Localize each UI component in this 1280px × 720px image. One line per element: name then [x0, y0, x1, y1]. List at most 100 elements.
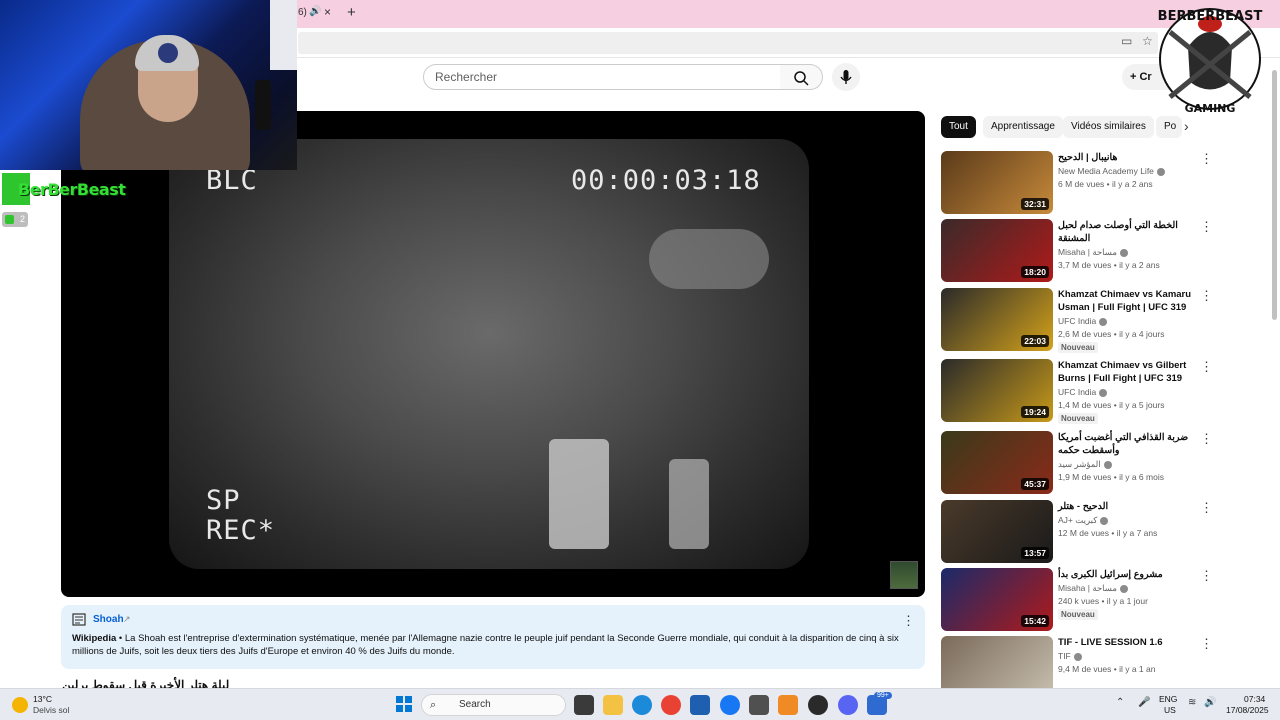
- clock-time[interactable]: 07:34: [1244, 694, 1265, 704]
- video-thumbnail[interactable]: 22:03: [941, 288, 1053, 351]
- channel-name[interactable]: UFC India: [1058, 387, 1096, 397]
- discord-icon[interactable]: [838, 695, 858, 715]
- app-icon[interactable]: [749, 695, 769, 715]
- recommendation-item[interactable]: 32:31 هانيبال | الدحيح New Media Academy L…: [941, 151, 1216, 215]
- weather-temp[interactable]: 13°C: [33, 694, 52, 704]
- filter-chip[interactable]: Tout: [941, 116, 976, 138]
- video-overlay-timecode: 00:00:03:18: [571, 165, 761, 196]
- store-icon[interactable]: [690, 695, 710, 715]
- search-button[interactable]: [780, 64, 823, 90]
- video-title[interactable]: مشروع إسرائيل الكبرى بدأ: [1058, 568, 1193, 581]
- more-options-icon[interactable]: ⋮: [1200, 500, 1213, 516]
- channel-name-row[interactable]: New Media Academy Life: [1058, 166, 1165, 176]
- wifi-icon[interactable]: ≋: [1188, 697, 1196, 708]
- more-options-icon[interactable]: ⋮: [1200, 431, 1213, 447]
- video-duration: 15:42: [1021, 615, 1049, 627]
- video-duration: 45:37: [1021, 478, 1049, 490]
- weather-desc[interactable]: Delvis sol: [33, 705, 69, 715]
- microphone-icon[interactable]: 🎤: [1138, 697, 1150, 708]
- recommendation-item[interactable]: 19:24 Khamzat Chimaev vs Gilbert Burns | …: [941, 359, 1216, 424]
- app-icon[interactable]: [778, 695, 798, 715]
- search-input[interactable]: Rechercher: [423, 64, 781, 90]
- more-options-icon[interactable]: ⋮: [1200, 219, 1213, 235]
- video-title[interactable]: Khamzat Chimaev vs Kamaru Usman | Full F…: [1058, 288, 1193, 314]
- weather-icon[interactable]: [12, 697, 28, 713]
- file-explorer-icon[interactable]: [603, 695, 623, 715]
- channel-name[interactable]: Misaha | مساحة: [1058, 247, 1117, 257]
- speaker-icon[interactable]: 🔊: [309, 6, 321, 17]
- video-thumbnail[interactable]: 13:57: [941, 500, 1053, 563]
- more-options-icon[interactable]: ⋮: [1200, 288, 1213, 304]
- channel-watermark[interactable]: [890, 561, 918, 589]
- channel-name[interactable]: New Media Academy Life: [1058, 166, 1154, 176]
- chrome-icon[interactable]: [661, 695, 681, 715]
- video-title[interactable]: الخطة التي أوصلت صدام لحبل المشنقة: [1058, 219, 1193, 245]
- video-thumbnail[interactable]: 15:42: [941, 568, 1053, 631]
- channel-name-row[interactable]: UFC India: [1058, 387, 1108, 397]
- video-title[interactable]: هانيبال | الدحيح: [1058, 151, 1193, 164]
- chevron-right-icon[interactable]: ›: [1184, 118, 1189, 134]
- external-link-icon[interactable]: ↗: [123, 614, 131, 625]
- channel-name-row[interactable]: TIF: [1058, 651, 1082, 661]
- channel-name[interactable]: UFC India: [1058, 316, 1096, 326]
- language-label[interactable]: ENG: [1159, 694, 1177, 704]
- channel-name-row[interactable]: UFC India: [1058, 316, 1108, 326]
- more-options-icon[interactable]: ⋮: [1200, 568, 1213, 584]
- channel-name-row[interactable]: Misaha | مساحة: [1058, 247, 1128, 258]
- video-overlay-label: SP: [206, 485, 241, 516]
- channel-name-row[interactable]: المؤشر سيد: [1058, 459, 1112, 470]
- video-thumbnail[interactable]: 32:31: [941, 151, 1053, 214]
- omnibox[interactable]: [298, 32, 1158, 54]
- recommendation-item[interactable]: 18:20 الخطة التي أوصلت صدام لحبل المشنقة M…: [941, 219, 1216, 283]
- volume-icon[interactable]: 🔊: [1204, 697, 1216, 708]
- microphone-stand: [255, 80, 271, 130]
- cast-icon[interactable]: ▭: [1121, 34, 1132, 48]
- edge-icon[interactable]: [632, 695, 652, 715]
- video-thumbnail[interactable]: 19:24: [941, 359, 1053, 422]
- video-player[interactable]: BLC 00:00:03:18 SP REC*: [61, 111, 925, 597]
- channel-name[interactable]: Misaha | مساحة: [1058, 583, 1117, 593]
- facebook-icon[interactable]: [720, 695, 740, 715]
- video-title[interactable]: TIF - LIVE SESSION 1.6: [1058, 636, 1193, 649]
- recommendation-item[interactable]: 45:37 ضربة القذافي التي أغضبت أمريكا وأسق…: [941, 431, 1216, 495]
- new-badge: Nouveau: [1058, 413, 1098, 424]
- new-tab-icon[interactable]: +: [347, 4, 356, 21]
- recommendation-item[interactable]: 15:42 مشروع إسرائيل الكبرى بدأ Misaha | مس…: [941, 568, 1216, 632]
- article-icon: [72, 613, 86, 626]
- filter-chip[interactable]: Apprentissage: [983, 116, 1063, 138]
- windows-start-icon[interactable]: [396, 696, 412, 712]
- info-panel-title[interactable]: Shoah: [93, 614, 124, 625]
- channel-name[interactable]: TIF: [1058, 651, 1071, 661]
- recommendation-item[interactable]: 22:03 Khamzat Chimaev vs Kamaru Usman | F…: [941, 288, 1216, 353]
- chevron-up-icon[interactable]: ⌃: [1116, 697, 1124, 708]
- channel-name[interactable]: AJ+ كبريت: [1058, 515, 1097, 525]
- info-panel: Shoah ↗ Wikipedia • La Shoah est l'entre…: [61, 605, 925, 669]
- more-options-icon[interactable]: ⋮: [1200, 636, 1213, 652]
- video-thumbnail[interactable]: 18:20: [941, 219, 1053, 282]
- video-thumbnail[interactable]: 45:37: [941, 431, 1053, 494]
- app-icon[interactable]: [808, 695, 828, 715]
- video-title[interactable]: Khamzat Chimaev vs Gilbert Burns | Full …: [1058, 359, 1193, 385]
- video-overlay-label: REC*: [206, 515, 276, 546]
- tab-close-icon[interactable]: ×: [324, 5, 331, 19]
- filter-chip[interactable]: Vidéos similaires: [1063, 116, 1154, 138]
- taskbar-search[interactable]: ⌕ Search: [421, 694, 566, 716]
- channel-name-row[interactable]: AJ+ كبريت: [1058, 515, 1109, 526]
- tab-title-fragment[interactable]: 6): [298, 7, 307, 18]
- video-title[interactable]: الدحيح - هتلر: [1058, 500, 1193, 513]
- filter-chip[interactable]: Po: [1156, 116, 1182, 138]
- recommendation-item[interactable]: 13:57 الدحيح - هتلر AJ+ كبريت 12 M de vues …: [941, 500, 1216, 564]
- frame-highlight: [669, 459, 709, 549]
- more-options-icon[interactable]: ⋮: [1200, 359, 1213, 375]
- channel-name-row[interactable]: Misaha | مساحة: [1058, 583, 1128, 594]
- task-view-icon[interactable]: [574, 695, 594, 715]
- more-options-icon[interactable]: ⋮: [1200, 151, 1213, 167]
- frame-highlight: [549, 439, 609, 549]
- voice-search-button[interactable]: [832, 63, 860, 91]
- video-title[interactable]: ضربة القذافي التي أغضبت أمريكا وأسقطت حك…: [1058, 431, 1193, 457]
- scrollbar-thumb[interactable]: [1272, 70, 1277, 320]
- channel-name[interactable]: المؤشر سيد: [1058, 459, 1101, 469]
- clock-date[interactable]: 17/08/2025: [1226, 705, 1269, 715]
- more-options-icon[interactable]: ⋮: [902, 613, 915, 629]
- language-region[interactable]: US: [1164, 705, 1176, 715]
